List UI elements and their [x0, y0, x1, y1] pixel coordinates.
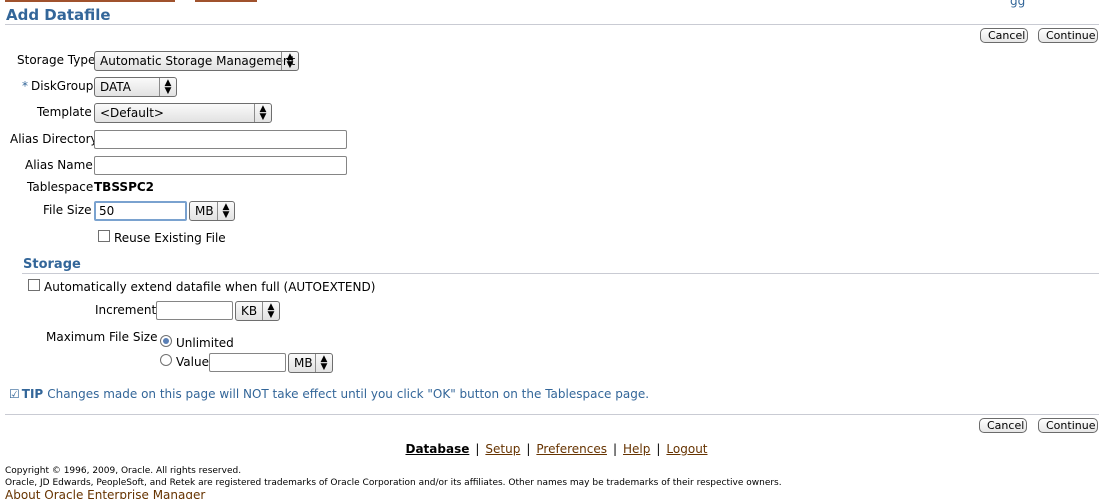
footer-separator: | — [612, 442, 618, 456]
diskgroup-select[interactable]: DATA ▲ ▼ — [94, 77, 177, 97]
footer-link-setup[interactable]: Setup — [485, 442, 520, 456]
tablespace-label: Tablespace — [27, 180, 94, 194]
storage-section-divider — [22, 273, 1099, 274]
file-size-input[interactable] — [94, 201, 187, 221]
diskgroup-value: DATA — [100, 80, 131, 94]
footer-separator: | — [475, 442, 480, 456]
diskgroup-label-text: DiskGroup — [31, 79, 94, 93]
max-file-size-unit-select[interactable]: MB ▲ ▼ — [288, 353, 333, 373]
increment-label: Increment — [95, 303, 157, 317]
select-arrows-icon: ▲ ▼ — [254, 104, 271, 122]
autoextend-checkbox[interactable] — [28, 279, 40, 291]
alias-directory-input[interactable] — [94, 130, 347, 149]
file-size-unit-value: MB — [195, 204, 214, 218]
top-corner-text: gg — [1010, 0, 1026, 8]
diskgroup-label: * DiskGroup — [22, 79, 93, 93]
tip-text: Changes made on this page will NOT take … — [47, 387, 650, 401]
select-arrows-icon: ▲ ▼ — [315, 354, 332, 372]
max-file-size-label: Maximum File Size — [46, 330, 158, 344]
alias-directory-label: Alias Directory — [10, 132, 98, 146]
required-marker: * — [22, 79, 28, 93]
reuse-existing-label: Reuse Existing File — [114, 231, 226, 245]
storage-type-value: Automatic Storage Management — [100, 54, 296, 68]
template-label: Template — [37, 105, 92, 119]
copyright-line-2: Oracle, JD Edwards, PeopleSoft, and Rete… — [5, 478, 782, 488]
file-size-label: File Size — [43, 203, 92, 217]
page-title: Add Datafile — [6, 6, 111, 24]
top-tab-accent — [5, 0, 175, 2]
footer-nav: Database | Setup | Preferences | Help | Logout — [0, 442, 1113, 456]
storage-type-label: Storage Type — [17, 53, 96, 67]
reuse-existing-checkbox[interactable] — [98, 230, 110, 242]
template-select[interactable]: <Default> ▲ ▼ — [94, 103, 272, 123]
select-arrows-icon: ▲ ▼ — [217, 202, 234, 220]
tablespace-value: TBSSPC2 — [94, 180, 155, 194]
footer-separator: | — [526, 442, 531, 456]
alias-name-input[interactable] — [94, 156, 347, 175]
value-radio[interactable] — [160, 354, 172, 366]
check-icon: ☑ — [9, 387, 20, 401]
copyright-line-1: Copyright © 1996, 2009, Oracle. All righ… — [5, 466, 242, 476]
tip-message: ☑ TIP Changes made on this page will NOT t… — [9, 387, 649, 401]
autoextend-label: Automatically extend datafile when full … — [44, 280, 376, 294]
tip-label: TIP — [21, 387, 44, 401]
select-arrows-icon: ▲ ▼ — [262, 302, 279, 320]
max-file-size-input[interactable] — [209, 353, 286, 372]
storage-section-title: Storage — [23, 257, 81, 272]
unlimited-radio[interactable] — [160, 335, 172, 347]
unlimited-label: Unlimited — [176, 336, 234, 350]
file-size-unit-select[interactable]: MB ▲ ▼ — [189, 201, 235, 221]
footer-link-help[interactable]: Help — [623, 442, 650, 456]
increment-unit-select[interactable]: KB ▲ ▼ — [235, 301, 280, 321]
increment-unit-value: KB — [241, 304, 258, 318]
about-oem-link[interactable]: About Oracle Enterprise Manager — [5, 488, 205, 499]
footer-link-logout[interactable]: Logout — [666, 442, 707, 456]
continue-button-bottom[interactable]: Continue — [1038, 418, 1098, 433]
alias-name-label: Alias Name — [25, 158, 93, 172]
top-tab-accent — [195, 0, 257, 2]
bottom-divider — [5, 414, 1099, 415]
cancel-button-top[interactable]: Cancel — [980, 28, 1028, 43]
template-value: <Default> — [100, 106, 164, 120]
footer-link-database[interactable]: Database — [405, 442, 469, 456]
footer-link-preferences[interactable]: Preferences — [536, 442, 607, 456]
title-divider — [5, 24, 1099, 25]
select-arrows-icon: ▲ ▼ — [281, 52, 298, 70]
cancel-button-bottom[interactable]: Cancel — [979, 418, 1027, 433]
value-label: Value — [176, 355, 209, 369]
select-arrows-icon: ▲ ▼ — [159, 78, 176, 96]
increment-input[interactable] — [156, 301, 233, 320]
continue-button-top[interactable]: Continue — [1038, 28, 1098, 43]
max-file-size-unit-value: MB — [294, 356, 313, 370]
storage-type-select[interactable]: Automatic Storage Management ▲ ▼ — [94, 51, 299, 71]
footer-separator: | — [656, 442, 661, 456]
